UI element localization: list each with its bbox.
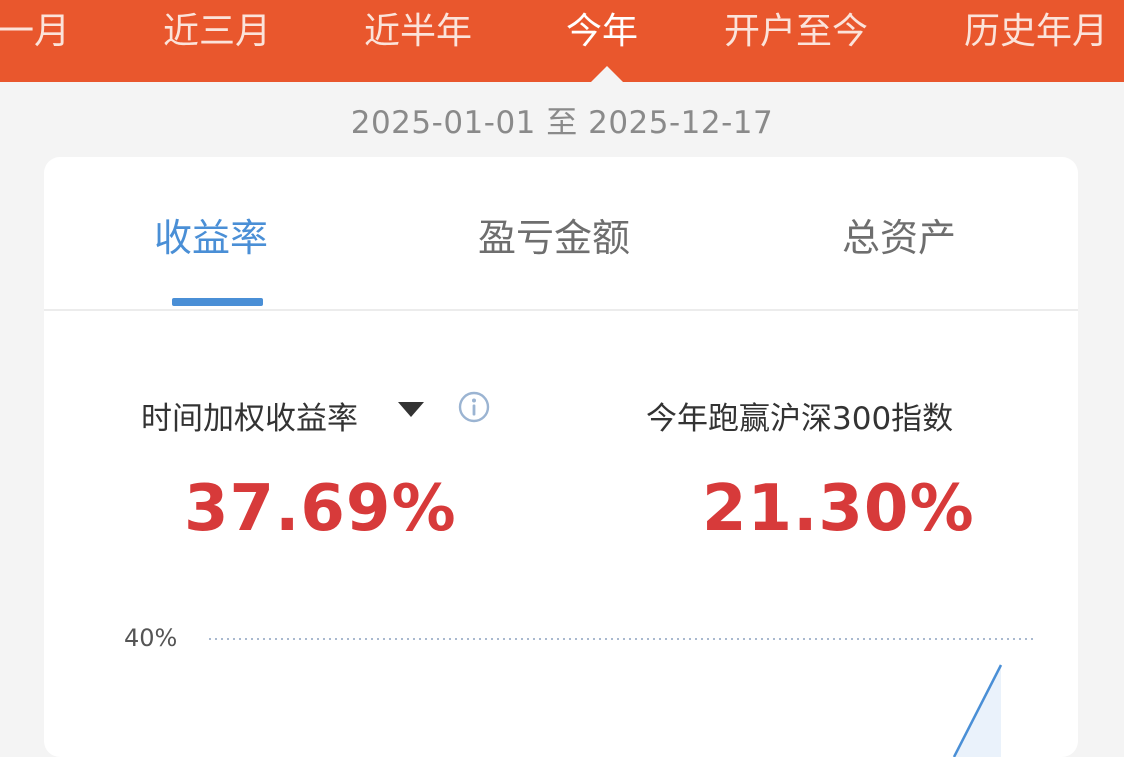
tab-profit-loss-amount[interactable]: 盈亏金额 bbox=[478, 207, 630, 262]
tab-since-account-opening[interactable]: 开户至今 bbox=[724, 8, 868, 56]
date-range: 2025-01-01 至 2025-12-17 bbox=[350, 105, 774, 141]
tab-last-month[interactable]: 近一月 bbox=[0, 8, 70, 56]
beat-csi300-label: 今年跑赢沪深300指数 bbox=[646, 401, 954, 437]
metric-tab-bar: 收益率 盈亏金额 总资产 bbox=[44, 157, 1078, 311]
tab-last-half-year[interactable]: 近半年 bbox=[364, 8, 472, 56]
info-icon[interactable] bbox=[458, 391, 490, 423]
tab-return-rate[interactable]: 收益率 bbox=[154, 207, 268, 262]
active-tab-pointer bbox=[590, 66, 624, 82]
returns-card: 收益率 盈亏金额 总资产 时间加权收益率 今年跑赢沪深300指数 37.69% … bbox=[44, 157, 1078, 757]
chart-svg bbox=[209, 638, 1034, 757]
active-tab-underline bbox=[172, 298, 263, 306]
beat-csi300-value: 21.30% bbox=[702, 472, 975, 546]
tab-this-year[interactable]: 今年 bbox=[566, 8, 638, 56]
period-tab-bar: 近一月 近三月 近半年 今年 开户至今 历史年月 bbox=[0, 0, 1124, 82]
time-weighted-return-value: 37.69% bbox=[184, 472, 457, 546]
caret-down-icon[interactable] bbox=[398, 402, 424, 417]
time-weighted-return-label[interactable]: 时间加权收益率 bbox=[141, 393, 358, 438]
tab-historical-year-month[interactable]: 历史年月 bbox=[964, 8, 1108, 56]
tab-last-three-months[interactable]: 近三月 bbox=[163, 8, 271, 56]
return-chart: 40% bbox=[44, 597, 1078, 757]
tab-total-assets[interactable]: 总资产 bbox=[842, 207, 956, 262]
